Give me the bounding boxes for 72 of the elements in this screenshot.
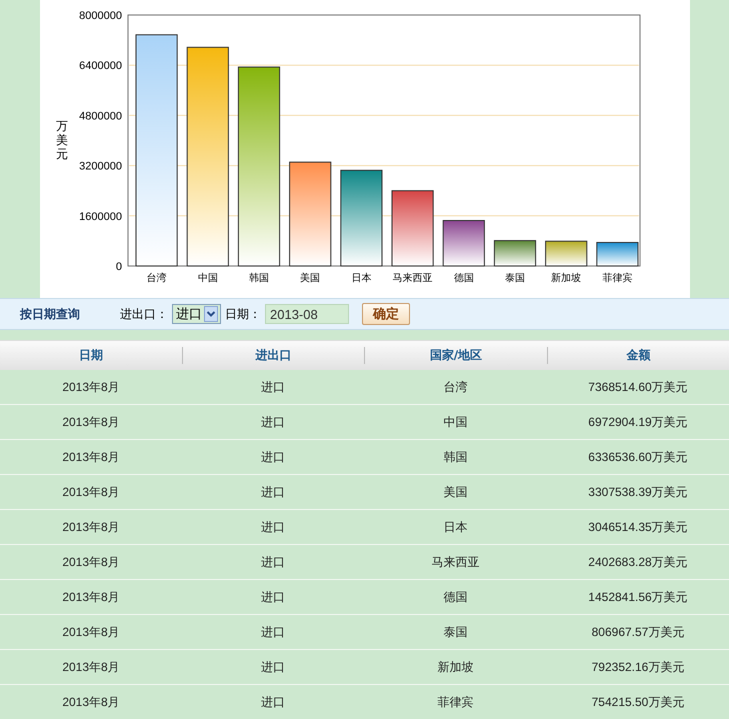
table-cell: 2013年8月 — [62, 588, 120, 606]
y-tick-label: 0 — [116, 261, 122, 273]
table-cell: 进口 — [261, 624, 285, 640]
table-cell: 792352.16万美元 — [592, 658, 684, 676]
x-tick-label: 菲律宾 — [602, 273, 632, 284]
table-cell: 2402683.28万美元 — [588, 554, 688, 570]
table-cell: 美国 — [444, 484, 468, 500]
y-tick-label: 6400000 — [79, 60, 122, 72]
submit-button[interactable]: 确定 — [362, 303, 410, 325]
type-label: 进出口： — [120, 306, 168, 322]
caret-icon — [204, 306, 218, 322]
table-cell: 德国 — [444, 588, 468, 606]
table-cell: 马来西亚 — [432, 554, 480, 570]
column-header: 国家/地区 — [364, 347, 547, 364]
table-cell: 中国 — [444, 414, 468, 430]
y-tick-label: 1600000 — [79, 210, 122, 223]
table-cell: 进口 — [261, 378, 285, 396]
table-cell: 3046514.35万美元 — [588, 518, 688, 536]
table-cell: 台湾 — [444, 378, 468, 396]
table-cell: 进口 — [261, 414, 285, 430]
y-tick-label: 4800000 — [79, 110, 122, 122]
table-cell: 2013年8月 — [62, 658, 120, 676]
table-cell: 进口 — [261, 448, 285, 466]
table-cell: 6972904.19万美元 — [588, 414, 688, 430]
bar — [442, 220, 485, 266]
table-cell: 6336536.60万美元 — [588, 448, 688, 466]
table-cell: 2013年8月 — [62, 484, 120, 500]
table-cell: 日本 — [444, 518, 468, 536]
x-tick-label: 韩国 — [249, 273, 269, 284]
table-cell: 新加坡 — [438, 658, 474, 676]
x-tick-label: 德国 — [454, 273, 474, 284]
x-tick-label: 中国 — [198, 273, 218, 284]
x-tick-label: 台湾 — [146, 273, 167, 284]
table-cell: 7368514.60万美元 — [588, 378, 688, 396]
column-header: 金额 — [547, 347, 729, 364]
bar — [596, 242, 638, 266]
table-cell: 2013年8月 — [62, 448, 120, 466]
x-tick-label: 日本 — [351, 273, 372, 284]
table-cell: 2013年8月 — [62, 624, 120, 640]
table-cell: 进口 — [261, 554, 285, 570]
bar — [545, 240, 588, 266]
y-axis-title: 万美元 — [56, 119, 68, 161]
x-tick-label: 马来西亚 — [392, 273, 433, 284]
column-header: 进出口 — [182, 347, 364, 364]
table-cell: 806967.57万美元 — [592, 624, 684, 640]
type-select[interactable]: 进口 — [172, 304, 221, 324]
bar — [494, 240, 536, 266]
table-cell: 菲律宾 — [438, 694, 474, 710]
table-cell: 进口 — [261, 588, 285, 606]
table-cell: 754215.50万美元 — [592, 694, 684, 710]
table-cell: 2013年8月 — [62, 378, 120, 396]
table-cell: 2013年8月 — [62, 518, 120, 536]
query-title: 按日期查询 — [20, 306, 80, 322]
column-header: 日期 — [78, 347, 104, 364]
table-cell: 2013年8月 — [62, 414, 120, 430]
table-cell: 进口 — [261, 484, 285, 500]
y-tick-label: 3200000 — [79, 160, 122, 173]
x-tick-label: 泰国 — [505, 273, 525, 284]
date-field[interactable]: 2013-08 — [265, 304, 349, 324]
x-tick-label: 新加坡 — [551, 273, 582, 284]
table-cell: 2013年8月 — [62, 694, 120, 710]
table-cell: 进口 — [261, 518, 285, 536]
x-tick-label: 美国 — [300, 273, 320, 284]
table-cell: 1452841.56万美元 — [588, 588, 688, 606]
y-tick-label: 8000000 — [79, 10, 122, 22]
table-cell: 进口 — [261, 694, 285, 710]
table-cell: 3307538.39万美元 — [588, 484, 688, 500]
table-cell: 进口 — [261, 658, 285, 676]
table-cell: 泰国 — [444, 624, 468, 640]
date-label: 日期： — [225, 306, 261, 322]
table-cell: 2013年8月 — [62, 554, 120, 570]
table-cell: 韩国 — [444, 448, 468, 466]
